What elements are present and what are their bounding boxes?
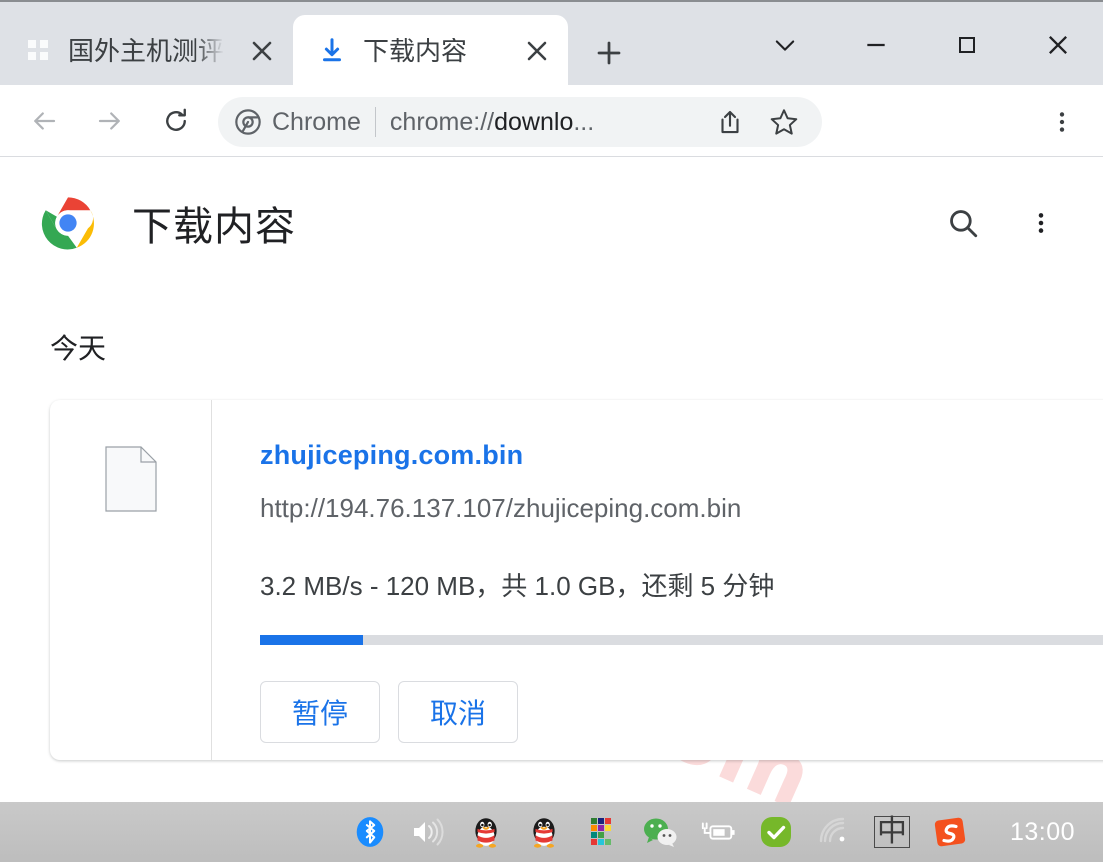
- address-bar[interactable]: Chrome chrome://downlo...: [218, 97, 822, 147]
- search-button[interactable]: [939, 199, 987, 247]
- wifi-icon[interactable]: [816, 814, 852, 850]
- download-actions: 暂停 取消: [260, 681, 1103, 743]
- download-icon: [317, 36, 347, 66]
- system-tray: 中 13:00: [352, 812, 1103, 852]
- omnibox-separator: [374, 107, 376, 137]
- omnibox-url-text: chrome://downlo...: [390, 108, 594, 137]
- downloads-page: zhujiceping.com 下载内容: [0, 157, 1103, 802]
- tab-list: 国外主机测评 下载内容: [0, 15, 568, 87]
- reload-icon: [166, 108, 186, 131]
- tab-title: 下载内容: [363, 38, 468, 64]
- downloads-menu-button[interactable]: [1017, 199, 1065, 247]
- close-icon: [1048, 35, 1067, 54]
- file-icon-cell: [50, 400, 212, 760]
- chrome-logo-icon: [40, 195, 96, 251]
- downloads-header-actions: [939, 199, 1065, 247]
- square-icon: [958, 36, 975, 53]
- tab-close-button[interactable]: [245, 34, 279, 68]
- window-controls: [739, 2, 1103, 87]
- tab-title: 国外主机测评: [68, 38, 225, 64]
- ime-icon[interactable]: 中: [874, 814, 910, 850]
- arrow-left-icon: [34, 111, 56, 130]
- chrome-badge-icon: [234, 108, 262, 136]
- browser-menu-button[interactable]: [1037, 97, 1087, 147]
- minus-icon: [866, 43, 885, 46]
- download-progress-bar: [260, 635, 1103, 645]
- new-tab-button[interactable]: [585, 29, 633, 77]
- download-source-url: http://194.76.137.107/zhujiceping.com.bi…: [260, 493, 742, 523]
- download-progress-fill: [260, 635, 364, 645]
- page-title: 下载内容: [132, 205, 296, 249]
- bookmark-star-icon[interactable]: [762, 100, 806, 144]
- date-group-label: 今天: [50, 333, 107, 364]
- reload-button[interactable]: [148, 93, 204, 149]
- three-dots-vertical-icon: [1059, 112, 1065, 132]
- windows-taskbar: 中 13:00: [0, 802, 1103, 862]
- downloads-page-header: 下载内容: [0, 181, 1103, 265]
- maximize-button[interactable]: [921, 14, 1012, 76]
- tab-close-button[interactable]: [520, 34, 554, 68]
- search-icon: [950, 210, 978, 238]
- wechat-icon[interactable]: [642, 814, 678, 850]
- share-icon[interactable]: [710, 102, 750, 142]
- taskbar-clock[interactable]: 13:00: [1010, 818, 1075, 847]
- bluetooth-icon[interactable]: [352, 814, 388, 850]
- download-details: zhujiceping.com.bin http://194.76.137.10…: [212, 400, 1103, 760]
- arrow-right-icon: [98, 111, 120, 130]
- ime-label: 中: [874, 816, 910, 848]
- battery-charging-icon[interactable]: [700, 814, 736, 850]
- browser-window: 国外主机测评 下载内容 Chrome chrome://downlo... 下载…: [0, 0, 1103, 802]
- tab-strip: 国外主机测评 下载内容: [0, 0, 1103, 87]
- sogou-icon[interactable]: [932, 814, 968, 850]
- download-status-text: 3.2 MB/s - 120 MB，共 1.0 GB，还剩 5 分钟: [260, 571, 775, 601]
- close-button[interactable]: [1012, 14, 1103, 76]
- cancel-button[interactable]: 取消: [398, 681, 518, 743]
- tab-search-button[interactable]: [739, 14, 830, 76]
- qq-icon-2[interactable]: [526, 814, 562, 850]
- plus-icon: [597, 41, 621, 65]
- omnibox-chip-label: Chrome: [272, 107, 361, 136]
- tab-active[interactable]: 下载内容: [293, 15, 568, 87]
- green-check-icon[interactable]: [758, 814, 794, 850]
- chevron-down-icon: [775, 39, 794, 51]
- minimize-button[interactable]: [830, 14, 921, 76]
- qq-icon[interactable]: [468, 814, 504, 850]
- browser-toolbar: Chrome chrome://downlo...: [0, 85, 1103, 157]
- url-highlight: downlo: [494, 107, 574, 136]
- red-seal-favicon-icon: [24, 36, 54, 66]
- pause-button[interactable]: 暂停: [260, 681, 380, 743]
- tab-inactive[interactable]: 国外主机测评: [0, 15, 293, 87]
- url-suffix: ...: [573, 107, 595, 136]
- download-item-card[interactable]: zhujiceping.com.bin http://194.76.137.10…: [50, 400, 1103, 760]
- url-prefix: chrome://: [389, 107, 495, 136]
- forward-button[interactable]: [82, 93, 138, 149]
- back-button[interactable]: [16, 93, 72, 149]
- download-file-name-link[interactable]: zhujiceping.com.bin: [260, 440, 523, 471]
- file-icon: [104, 446, 157, 512]
- three-dots-vertical-icon: [1038, 213, 1044, 233]
- volume-icon[interactable]: [410, 814, 446, 850]
- color-grid-icon[interactable]: [584, 814, 620, 850]
